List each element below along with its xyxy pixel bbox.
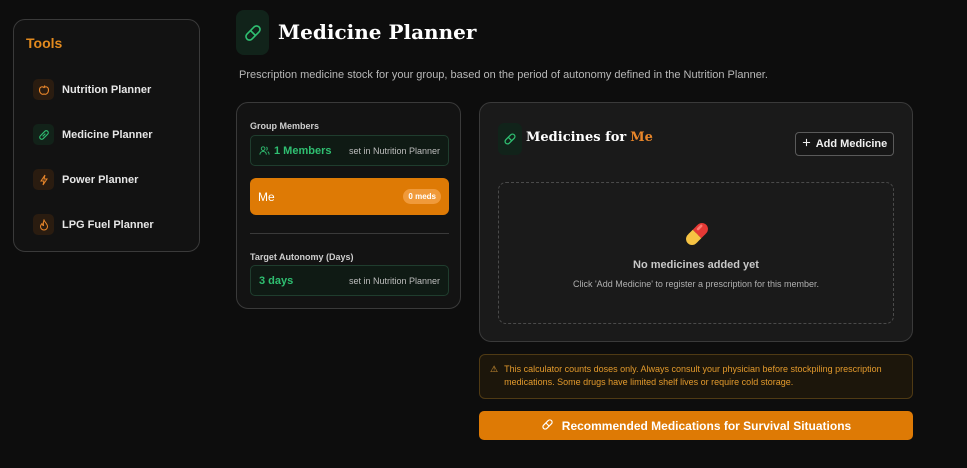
medicines-member-name: Me	[630, 130, 653, 145]
group-panel: Group Members 1 Members set in Nutrition…	[236, 102, 461, 309]
sidebar-item-label: Nutrition Planner	[62, 83, 152, 96]
recommended-medications-button[interactable]: Recommended Medications for Survival Sit…	[479, 411, 913, 440]
target-autonomy-note: set in Nutrition Planner	[348, 275, 440, 286]
plus-icon	[802, 138, 811, 150]
target-autonomy-label: Target Autonomy (Days)	[250, 252, 354, 262]
warning-text: This calculator counts doses only. Alway…	[504, 364, 882, 387]
users-icon	[259, 146, 270, 155]
meds-count-badge: 0 meds	[403, 189, 441, 204]
group-members-value: 1 Members	[274, 144, 332, 157]
sidebar-item-label: Medicine Planner	[62, 128, 153, 141]
bolt-icon	[33, 169, 54, 190]
pill-icon	[236, 10, 269, 55]
group-members-label: Group Members	[250, 121, 320, 131]
page-subtitle: Prescription medicine stock for your gro…	[239, 69, 768, 81]
member-select-button[interactable]: Me 0 meds	[250, 178, 449, 215]
pill-icon	[33, 124, 54, 145]
group-members-value-wrap: 1 Members	[259, 145, 331, 157]
flame-icon	[33, 214, 54, 235]
sidebar-item-lpg-fuel-planner[interactable]: LPG Fuel Planner	[26, 202, 187, 247]
pill-icon	[541, 418, 554, 434]
group-members-field: 1 Members set in Nutrition Planner	[250, 135, 449, 166]
target-autonomy-value: 3 days	[259, 274, 294, 287]
warning-icon: ⚠	[490, 364, 499, 374]
sidebar-item-power-planner[interactable]: Power Planner	[26, 157, 187, 202]
sidebar-title: Tools	[26, 35, 63, 51]
sidebar-item-nutrition-planner[interactable]: Nutrition Planner	[26, 67, 187, 112]
capsule-icon	[682, 219, 712, 254]
page-title: Medicine Planner	[278, 20, 477, 44]
pill-icon	[498, 123, 522, 155]
member-name: Me	[258, 189, 275, 204]
group-members-note: set in Nutrition Planner	[348, 145, 440, 156]
tools-sidebar: Tools Nutrition Planner Medicine Planner…	[13, 19, 200, 252]
empty-state-subtitle: Click 'Add Medicine' to register a presc…	[572, 279, 820, 289]
apple-icon	[33, 79, 54, 100]
empty-state: No medicines added yet Click 'Add Medici…	[498, 182, 894, 324]
target-autonomy-field: 3 days set in Nutrition Planner	[250, 265, 449, 296]
medicines-title-text: Medicines for	[526, 130, 627, 145]
add-medicine-label: Add Medicine	[815, 138, 888, 150]
add-medicine-button[interactable]: Add Medicine	[795, 132, 894, 156]
medicines-panel: Medicines for Me Add Medicine No medicine…	[479, 102, 913, 342]
divider	[250, 233, 449, 234]
empty-state-title: No medicines added yet	[633, 259, 759, 271]
sidebar-item-medicine-planner[interactable]: Medicine Planner	[26, 112, 187, 157]
medicines-title: Medicines for Me	[526, 130, 653, 145]
recommended-medications-label: Recommended Medications for Survival Sit…	[561, 418, 852, 433]
sidebar-item-label: LPG Fuel Planner	[62, 218, 154, 231]
sidebar-item-label: Power Planner	[62, 173, 139, 186]
warning-banner: ⚠ This calculator counts doses only. Alw…	[479, 354, 913, 399]
